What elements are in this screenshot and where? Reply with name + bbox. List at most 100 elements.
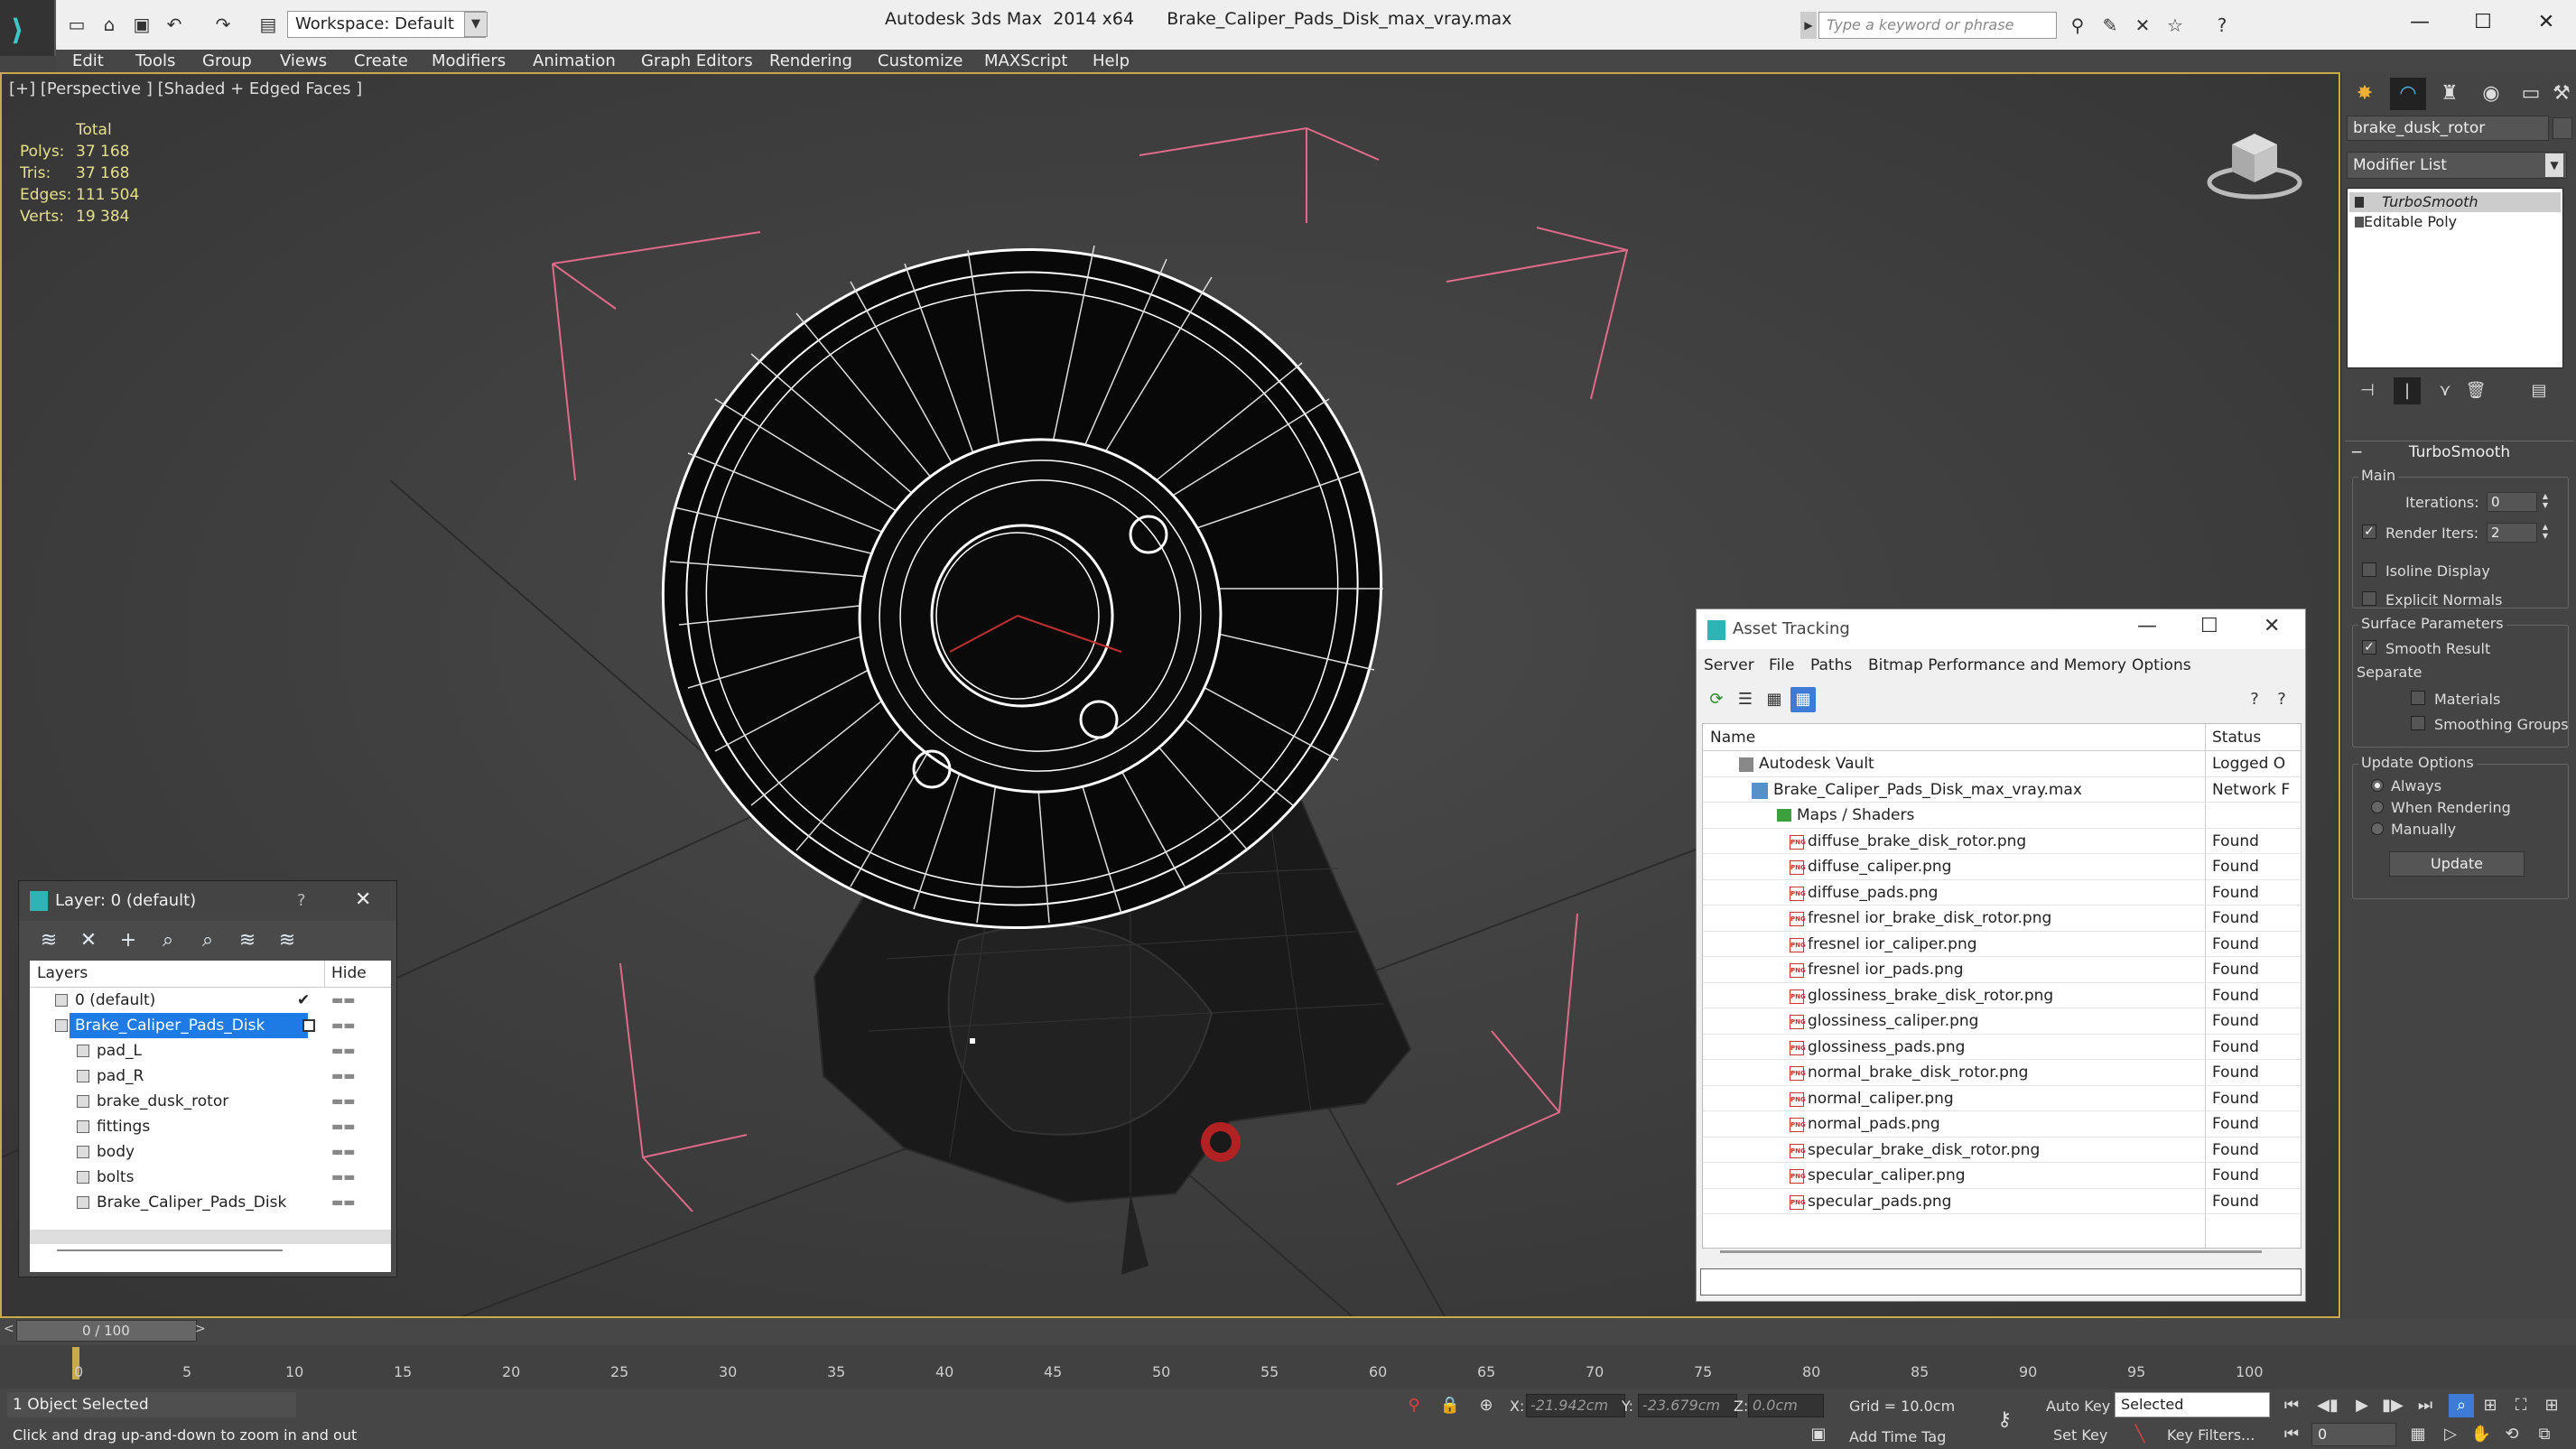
menu-edit[interactable]: Edit [72, 50, 104, 72]
table-row[interactable]: PNG fresnel ior_brake_disk_rotor.png Found [1703, 906, 2301, 932]
go-to-end-icon[interactable]: ⏭ [2413, 1394, 2438, 1417]
close-icon[interactable]: ✕ [2264, 615, 2280, 637]
maximize-icon[interactable]: ☐ [2200, 615, 2218, 637]
go-to-start-icon[interactable]: ⏮ [2279, 1394, 2304, 1417]
time-next-icon[interactable]: > [195, 1322, 206, 1336]
zoom-all-icon[interactable]: ⊞ [2478, 1394, 2503, 1417]
menu-server[interactable]: Server [1704, 656, 1754, 674]
auto-key-button[interactable]: Auto Key [2046, 1398, 2110, 1415]
asset-path-field[interactable] [1700, 1268, 2302, 1296]
lock-selection-icon[interactable]: 🔒 [1437, 1394, 1463, 1417]
layer-row[interactable]: Brake_Caliper_Pads_Disk ▬▬ [30, 1190, 391, 1215]
table-row[interactable]: PNG diffuse_brake_disk_rotor.png Found [1703, 829, 2301, 854]
table-row[interactable]: PNG glossiness_brake_disk_rotor.png Found [1703, 983, 2301, 1008]
options-help-icon[interactable]: ? [2269, 687, 2294, 712]
checkmark-icon[interactable]: ✔ [297, 988, 310, 1013]
table-row[interactable]: Brake_Caliper_Pads_Disk_max_vray.max Netw… [1703, 777, 2301, 803]
x-coordinate-field[interactable]: -21.942cm [1526, 1394, 1625, 1417]
new-file-icon[interactable]: ▭ [65, 14, 88, 35]
hide-toggle[interactable]: ▬▬ [331, 1064, 355, 1089]
highlight-layer-icon[interactable]: ⌕ [194, 928, 221, 953]
hide-column-header[interactable]: Hide [331, 964, 367, 982]
key-icon[interactable]: ⚷ [1992, 1408, 2017, 1432]
configure-modifier-sets-icon[interactable]: ▤ [2525, 377, 2553, 404]
table-row[interactable]: PNG normal_caliper.png Found [1703, 1086, 2301, 1111]
track-bar[interactable]: 0 5 10 15 20 25 30 35 40 45 50 55 60 65 … [0, 1345, 2576, 1389]
time-prev-icon[interactable]: < [4, 1322, 14, 1336]
zoom-extents-icon[interactable]: ⛶ [2508, 1394, 2534, 1417]
table-row[interactable]: PNG specular_brake_disk_rotor.png Found [1703, 1138, 2301, 1163]
utilities-tab-icon[interactable]: ⚒ [2543, 78, 2576, 110]
layer-row[interactable]: body ▬▬ [30, 1139, 391, 1165]
table-row[interactable]: PNG fresnel ior_caliper.png Found [1703, 932, 2301, 957]
table-row[interactable]: PNG normal_brake_disk_rotor.png Found [1703, 1060, 2301, 1086]
table-row[interactable]: PNG normal_pads.png Found [1703, 1111, 2301, 1138]
previous-frame-icon[interactable]: ◀▮ [2315, 1394, 2340, 1417]
menu-animation[interactable]: Animation [533, 50, 616, 72]
hide-toggle[interactable]: ▬▬ [331, 1038, 355, 1064]
smoothing-groups-checkbox[interactable] [2411, 716, 2425, 730]
name-column-header[interactable]: Name [1710, 729, 1755, 747]
viewcube-icon[interactable] [2205, 117, 2304, 203]
hide-toggle[interactable]: ▬▬ [331, 1139, 355, 1165]
field-of-view-icon[interactable]: ▷ [2438, 1423, 2463, 1446]
asset-tracking-titlebar[interactable]: Asset Tracking — ☐ ✕ [1697, 609, 2305, 649]
zoom-icon[interactable]: ⌕ [2449, 1394, 2474, 1417]
menu-create[interactable]: Create [354, 50, 408, 72]
project-folder-icon[interactable]: ▤ [256, 14, 280, 35]
smooth-result-checkbox[interactable]: ✓ [2362, 640, 2376, 655]
spinner-arrows-icon[interactable]: ▲ ▼ [2539, 492, 2552, 512]
stack-item-turbosmooth[interactable]: TurboSmooth [2349, 192, 2561, 212]
new-layer-icon[interactable]: ≋ [35, 928, 62, 953]
workspace-dropdown[interactable]: Workspace: Default [287, 11, 486, 38]
layer-row[interactable]: bolts ▬▬ [30, 1165, 391, 1190]
create-tab-icon[interactable]: ✸ [2347, 78, 2383, 110]
table-row[interactable]: Maps / Shaders [1703, 803, 2301, 829]
search-input[interactable]: Type a keyword or phrase [1818, 12, 2057, 39]
table-row[interactable]: PNG diffuse_caliper.png Found [1703, 854, 2301, 880]
render-iters-spinner[interactable]: 2 [2487, 523, 2537, 543]
menu-modifiers[interactable]: Modifiers [432, 50, 506, 72]
show-end-result-icon[interactable]: | [2394, 377, 2421, 404]
set-key-button[interactable]: Set Key [2053, 1426, 2107, 1444]
orbit-icon[interactable]: ⟲ [2499, 1423, 2525, 1446]
current-frame-field[interactable]: 0 [2311, 1423, 2396, 1446]
remove-modifier-icon[interactable]: 🗑 [2462, 377, 2489, 404]
chevron-down-icon[interactable]: ▼ [2545, 153, 2563, 177]
layer-row[interactable]: pad_R ▬▬ [30, 1064, 391, 1089]
layer-row[interactable]: brake_dusk_rotor ▬▬ [30, 1089, 391, 1114]
undo-icon[interactable]: ↶ [163, 14, 186, 35]
key-mode-icon[interactable]: ╲ [2127, 1423, 2153, 1446]
search-expand-icon[interactable]: ▶ [1800, 12, 1817, 39]
modify-tab-icon[interactable]: ◠ [2390, 78, 2426, 110]
minimize-button[interactable]: — [2393, 5, 2447, 41]
close-icon[interactable]: ✕ [355, 888, 371, 911]
menu-paths[interactable]: Paths [1810, 656, 1852, 674]
layer-row[interactable]: pad_L ▬▬ [30, 1038, 391, 1064]
app-menu-button[interactable]: ⟩ [0, 0, 56, 56]
layer-row[interactable]: 0 (default) ✔ ▬▬ [30, 988, 391, 1013]
hide-all-icon[interactable]: ≋ [234, 928, 261, 953]
menu-options[interactable]: Options [2132, 656, 2191, 674]
viewport-label[interactable]: [+] [Perspective ] [Shaded + Edged Faces… [9, 79, 362, 98]
open-file-icon[interactable]: ⌂ [98, 14, 121, 35]
list-view-icon[interactable]: ☰ [1733, 687, 1758, 712]
play-icon[interactable]: ▶ [2349, 1394, 2375, 1417]
menu-rendering[interactable]: Rendering [769, 50, 852, 72]
make-unique-icon[interactable]: ⋎ [2432, 377, 2459, 404]
menu-maxscript[interactable]: MAXScript [984, 50, 1067, 72]
object-name-field[interactable]: brake_dusk_rotor [2347, 116, 2549, 141]
hierarchy-tab-icon[interactable]: ♜ [2432, 78, 2468, 110]
menu-group[interactable]: Group [202, 50, 252, 72]
zoom-extents-all-icon[interactable]: ⊞ [2539, 1394, 2564, 1417]
table-row[interactable]: PNG fresnel ior_pads.png Found [1703, 957, 2301, 983]
chevron-down-icon[interactable]: ▼ [464, 12, 488, 37]
layer-panel-titlebar[interactable]: Layer: 0 (default) ? ✕ [19, 881, 396, 921]
table-row[interactable]: PNG glossiness_caliper.png Found [1703, 1008, 2301, 1035]
binoculars-icon[interactable]: ⚲ [2064, 13, 2091, 38]
refresh-icon[interactable]: ⟳ [1704, 687, 1729, 712]
table-row[interactable]: PNG glossiness_pads.png Found [1703, 1035, 2301, 1060]
table-row[interactable]: PNG specular_pads.png Found [1703, 1189, 2301, 1214]
pin-stack-icon[interactable]: ⊣ [2354, 377, 2381, 404]
favorites-star-icon[interactable]: ☆ [2162, 13, 2189, 38]
